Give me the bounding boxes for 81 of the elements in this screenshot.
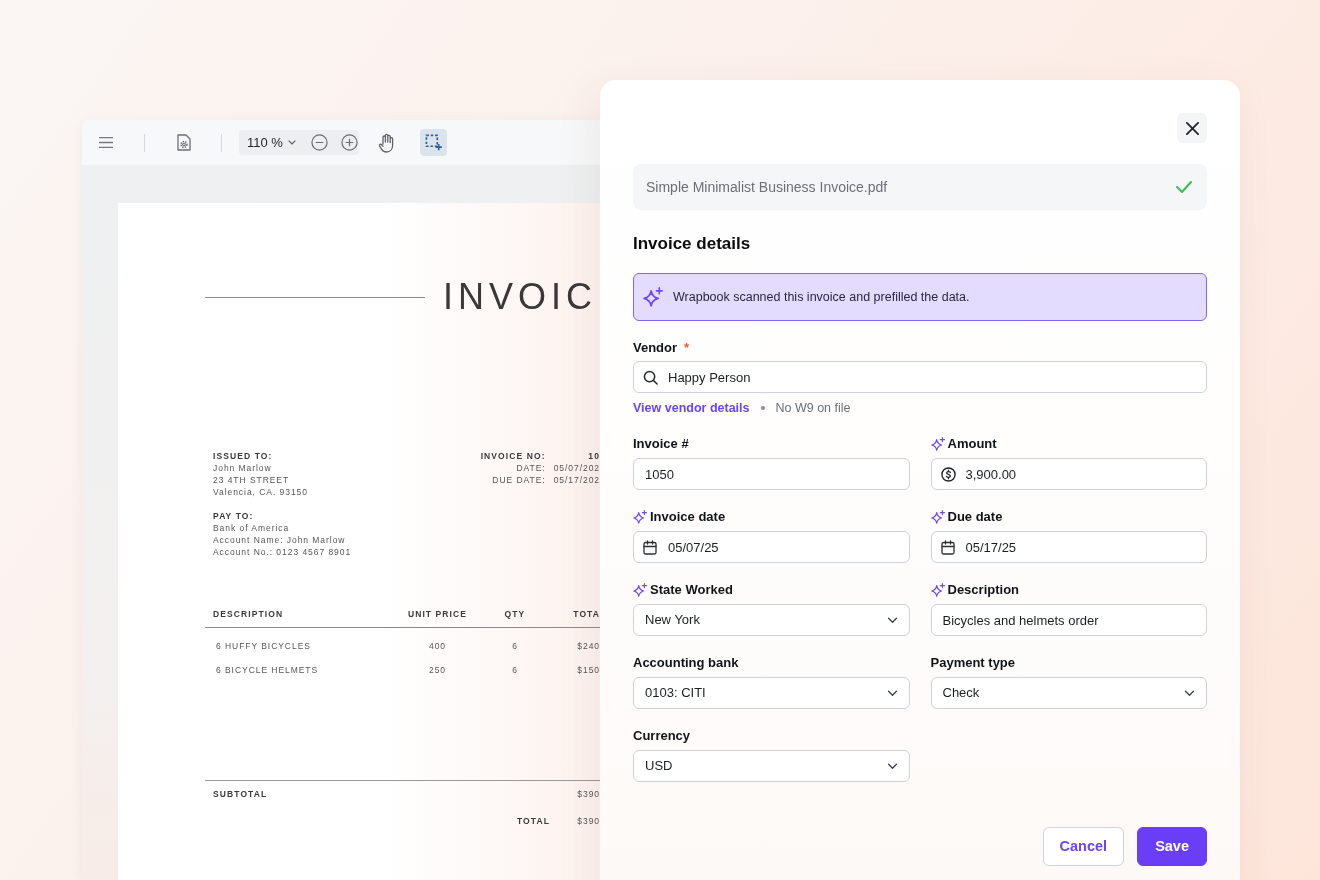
required-mark: * [684, 339, 690, 357]
meta-label: INVOICE NO: [480, 450, 546, 462]
meta-label: DUE DATE: [491, 474, 546, 486]
table-cell: 6 BICYCLE HELMETS [216, 665, 319, 675]
meta-value: 05/07/202 [553, 462, 600, 474]
amount-field[interactable]: 3,900.00 [930, 458, 1207, 490]
column-header: QTY [504, 609, 526, 619]
chevron-down-icon [886, 616, 898, 624]
chevron-down-icon [287, 140, 296, 145]
vendor-search-field[interactable]: Happy Person [633, 361, 1207, 393]
search-icon [643, 370, 658, 385]
bullet-icon [761, 406, 766, 410]
total-label: TOTAL [516, 816, 550, 826]
hand-icon [378, 132, 396, 153]
chevron-down-icon [886, 689, 898, 697]
dropdown-field[interactable]: New York [633, 604, 910, 636]
save-button[interactable]: Save [1137, 827, 1207, 866]
area-select-button[interactable] [420, 129, 447, 156]
banner-text: Wrapbook scanned this invoice and prefilled the data. [673, 288, 970, 306]
column-header: UNIT PRICE [407, 609, 468, 619]
date-field[interactable]: 05/17/25 [930, 531, 1207, 563]
vendor-details-link[interactable]: View vendor details [633, 398, 750, 418]
chevron-down-icon [886, 762, 898, 770]
field-label: Accounting bank [633, 654, 739, 672]
calendar-icon [643, 540, 657, 555]
address-line: 23 4TH STREET [213, 474, 291, 486]
table-cell: $240 [577, 641, 600, 651]
field-label: Due date [947, 508, 1003, 526]
close-icon [1185, 121, 1199, 135]
address-line: Bank of America [213, 522, 291, 534]
chevron-down-icon [1184, 689, 1195, 697]
address-line: Account Name: John Marlow [213, 534, 347, 546]
section-heading: ISSUED TO: [213, 450, 274, 462]
field-label: Description [947, 581, 1019, 599]
zoom-level-dropdown[interactable]: 110 % [247, 136, 296, 149]
dollar-circle-icon [940, 467, 956, 482]
invoice-title: INVOIC [443, 277, 597, 317]
field-label: Invoice # [633, 435, 689, 453]
meta-label: DATE: [515, 462, 546, 474]
field-label: Invoice date [650, 508, 726, 526]
table-cell: 250 [428, 665, 446, 675]
table-cell: 6 HUFFY BICYCLES [216, 641, 311, 651]
dropdown-field[interactable]: Check [930, 677, 1207, 709]
table-cell: $150 [577, 665, 600, 675]
table-cell: 400 [428, 641, 446, 651]
zoom-out-icon[interactable] [310, 134, 328, 151]
field-label: Payment type [930, 654, 1016, 672]
close-button[interactable] [1177, 113, 1207, 143]
zoom-in-icon[interactable] [340, 134, 358, 151]
column-header: TOTA [573, 609, 600, 619]
meta-value: 05/17/202 [553, 474, 600, 486]
field-label: Amount [947, 435, 997, 453]
text-field[interactable]: Bicycles and helmets order [930, 604, 1207, 636]
subtotal-value: $390 [577, 789, 600, 799]
field-label: State Worked [650, 581, 733, 599]
column-header: DESCRIPTION [213, 609, 284, 619]
dropdown-field[interactable]: USD [633, 750, 910, 782]
section-heading: PAY TO: [213, 510, 255, 522]
table-cell: 6 [512, 665, 518, 675]
table-cell: 6 [512, 641, 518, 651]
text-field[interactable]: 1050 [633, 458, 910, 490]
address-line: John Marlow [213, 462, 273, 474]
date-field[interactable]: 05/07/25 [633, 531, 910, 563]
cancel-button[interactable]: Cancel [1042, 827, 1125, 866]
dropdown-field[interactable]: 0103: CITI [633, 677, 910, 709]
field-label: Currency [633, 727, 691, 745]
address-line: Valencia, CA. 93150 [213, 486, 309, 498]
file-name: Simple Minimalist Business Invoice.pdf [646, 177, 888, 197]
sparkle-icon [643, 287, 663, 307]
document-gear-icon[interactable] [177, 134, 191, 151]
menu-icon[interactable] [99, 137, 113, 148]
calendar-icon [940, 540, 955, 555]
total-value: $390 [577, 816, 600, 826]
dashed-selection-plus-icon [425, 134, 442, 151]
address-line: Account No.: 0123 4567 8901 [213, 546, 352, 558]
hand-tool-button[interactable] [378, 132, 396, 153]
subtotal-label: SUBTOTAL [213, 789, 268, 799]
section-title: Invoice details [633, 234, 752, 254]
field-label: Vendor [633, 339, 678, 357]
w9-status-text: No W9 on file [775, 399, 851, 417]
meta-value: 10 [587, 450, 600, 462]
